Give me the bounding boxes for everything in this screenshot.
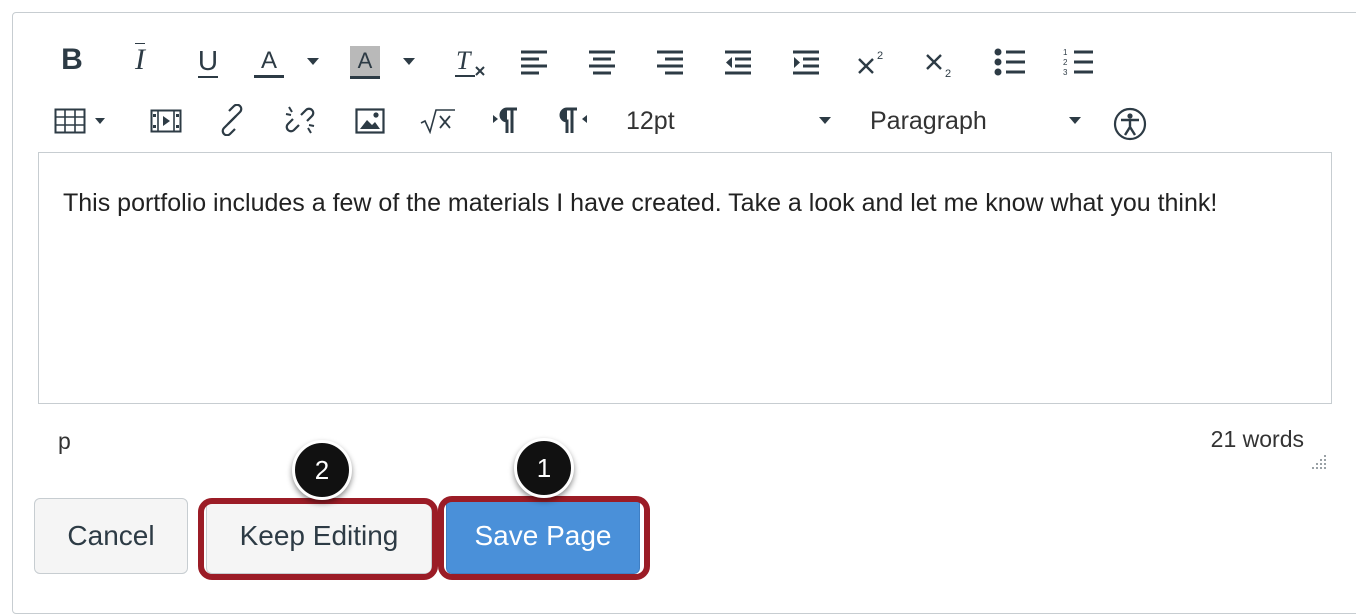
- svg-text:2: 2: [1063, 58, 1068, 67]
- chevron-down-icon: [307, 58, 319, 65]
- cancel-button[interactable]: Cancel: [34, 498, 188, 574]
- callout-badge-1: 1: [514, 438, 574, 498]
- italic-icon: I: [135, 43, 145, 76]
- resize-handle[interactable]: [1308, 451, 1328, 476]
- superscript-icon: 2: [858, 50, 883, 74]
- media-icon: [150, 109, 182, 133]
- background-color-icon: A: [350, 45, 380, 79]
- chevron-down-icon: [1069, 117, 1081, 124]
- ltr-paragraph-button[interactable]: [486, 100, 526, 140]
- unlink-button[interactable]: [280, 100, 320, 140]
- image-button[interactable]: [350, 102, 390, 140]
- math-equation-button[interactable]: [418, 102, 458, 140]
- font-size-value: 12pt: [626, 106, 675, 135]
- unlink-icon: [285, 106, 315, 134]
- align-center-icon: [589, 50, 615, 75]
- link-icon: [221, 104, 243, 136]
- save-page-highlight: [438, 496, 650, 580]
- italic-button[interactable]: I: [124, 42, 156, 78]
- link-button[interactable]: [212, 100, 252, 140]
- background-color-button[interactable]: A: [350, 42, 430, 82]
- svg-text:1: 1: [1063, 48, 1068, 57]
- square-root-icon: [420, 109, 455, 134]
- font-size-select[interactable]: 12pt: [626, 102, 846, 140]
- svg-text:2: 2: [945, 68, 951, 79]
- image-icon: [355, 108, 385, 134]
- outdent-icon: [725, 50, 751, 75]
- align-center-button[interactable]: [582, 44, 622, 80]
- block-format-value: Paragraph: [870, 106, 987, 135]
- accessibility-icon: [1113, 107, 1147, 141]
- accessibility-checker-button[interactable]: [1110, 104, 1150, 144]
- chevron-down-icon: [95, 117, 105, 124]
- chevron-down-icon: [403, 58, 415, 65]
- chevron-down-icon: [819, 117, 831, 124]
- table-icon: [54, 108, 86, 134]
- indent-button[interactable]: [786, 44, 826, 80]
- editor-content-area[interactable]: This portfolio includes a few of the mat…: [38, 152, 1332, 404]
- text-color-button[interactable]: A: [254, 42, 334, 82]
- table-button[interactable]: [54, 102, 116, 140]
- bullet-list-button[interactable]: [990, 42, 1030, 82]
- align-left-icon: [521, 50, 547, 75]
- align-left-button[interactable]: [514, 44, 554, 80]
- word-count: 21 words: [1210, 426, 1304, 452]
- subscript-button[interactable]: 2: [920, 42, 960, 82]
- resize-grip-icon: [1312, 455, 1326, 469]
- clear-formatting-button[interactable]: T: [450, 42, 490, 82]
- editor-paragraph[interactable]: This portfolio includes a few of the mat…: [63, 179, 1293, 227]
- bullet-list-icon: [994, 48, 1025, 76]
- numbered-list-icon: 123: [1063, 48, 1093, 77]
- align-right-icon: [657, 50, 683, 75]
- superscript-button[interactable]: 2: [852, 42, 892, 82]
- outdent-button[interactable]: [718, 44, 758, 80]
- underline-button[interactable]: U: [192, 42, 224, 82]
- subscript-icon: 2: [926, 54, 951, 79]
- numbered-list-button[interactable]: 123: [1058, 42, 1098, 82]
- element-path[interactable]: p: [58, 428, 71, 455]
- indent-icon: [793, 50, 819, 75]
- svg-text:3: 3: [1063, 68, 1068, 77]
- block-format-select[interactable]: Paragraph: [870, 102, 1086, 140]
- callout-badge-2: 2: [292, 440, 352, 500]
- bold-icon: B: [61, 43, 83, 76]
- ltr-paragraph-icon: [493, 107, 517, 133]
- clear-formatting-icon: T: [455, 46, 485, 77]
- media-button[interactable]: [146, 102, 186, 140]
- rtl-paragraph-button[interactable]: [554, 100, 594, 140]
- rtl-paragraph-icon: [559, 107, 587, 133]
- keep-editing-highlight: [198, 498, 438, 580]
- bold-button[interactable]: B: [56, 42, 88, 78]
- svg-text:T: T: [456, 46, 472, 75]
- align-right-button[interactable]: [650, 44, 690, 80]
- text-color-icon: A: [254, 47, 284, 78]
- svg-text:2: 2: [877, 50, 883, 62]
- underline-icon: U: [197, 45, 219, 78]
